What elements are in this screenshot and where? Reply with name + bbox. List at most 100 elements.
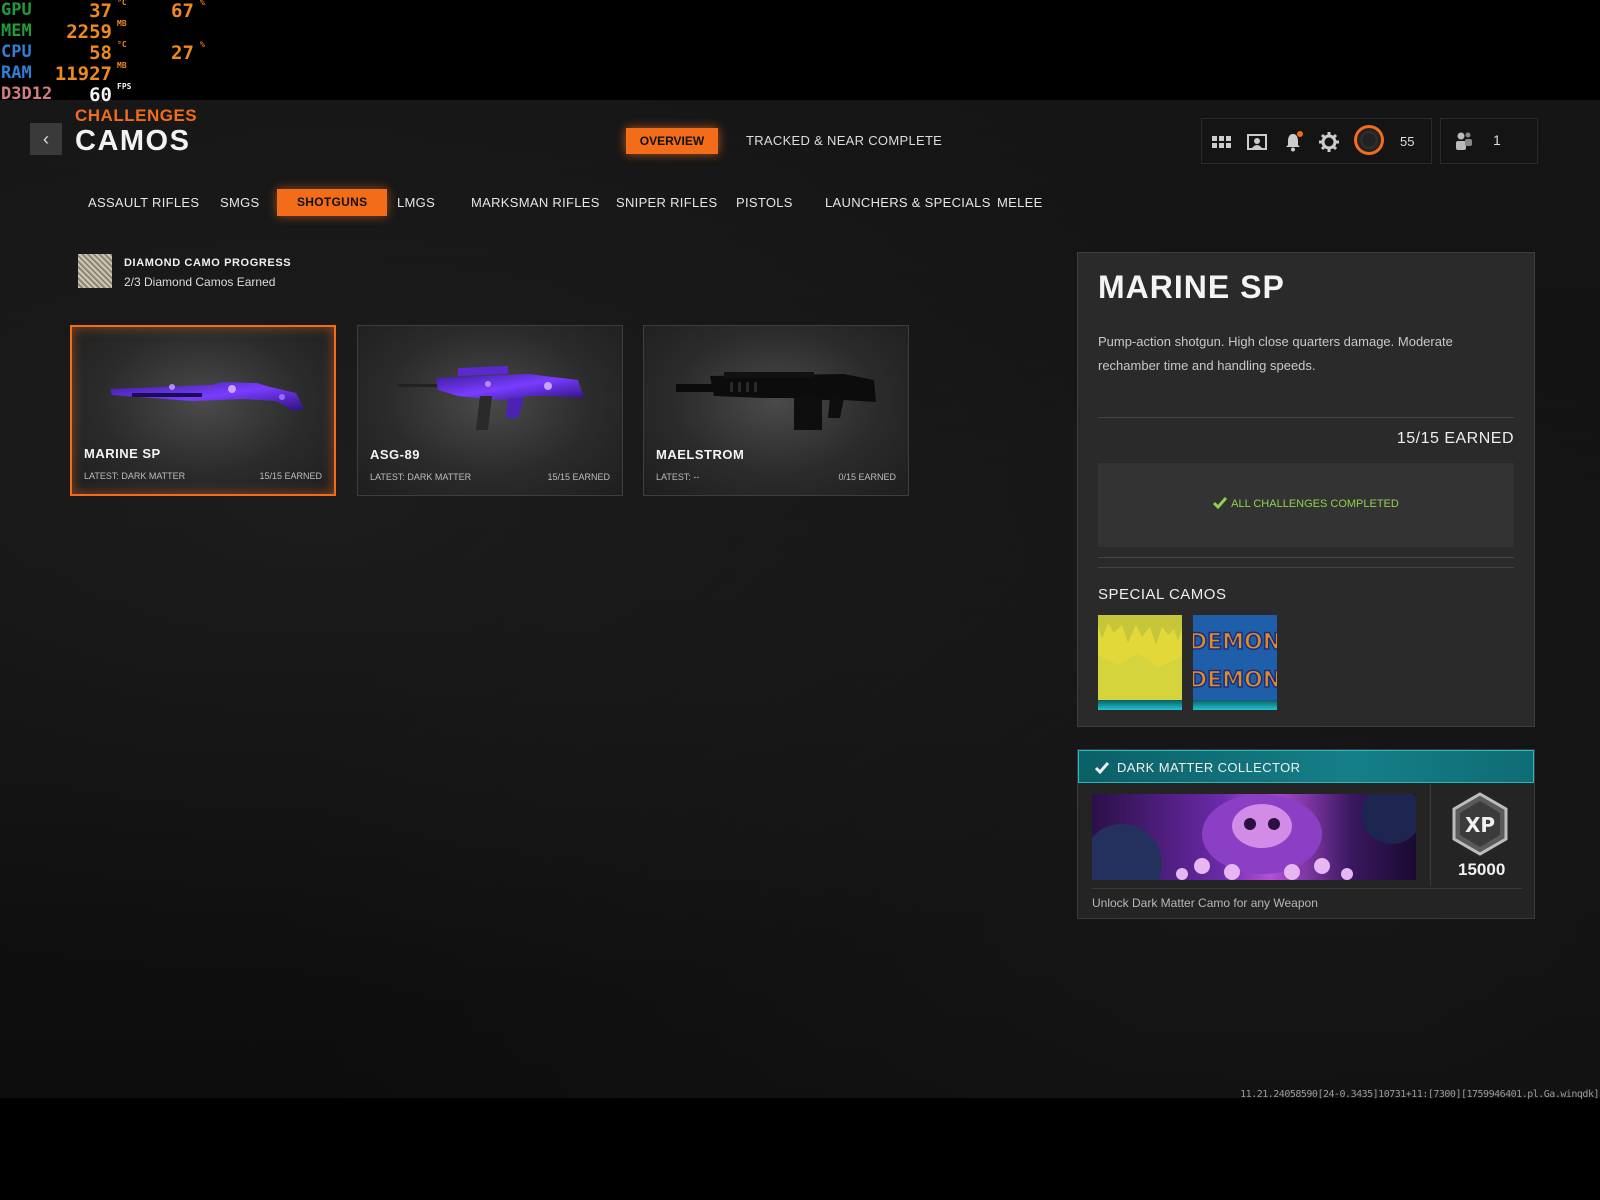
- camo-rarity-bar: [1193, 700, 1277, 710]
- challenges-status-text: ALL CHALLENGES COMPLETED: [1231, 498, 1399, 510]
- osd-ram-label: RAM: [1, 63, 32, 83]
- osd-mem-unit: MB: [117, 19, 127, 28]
- osd-ram-value: 11927: [54, 63, 112, 85]
- svg-text:DEMON: DEMON: [1193, 630, 1277, 655]
- reward-title: DARK MATTER COLLECTOR: [1117, 760, 1301, 775]
- divider: [1098, 417, 1514, 418]
- challenges-status-box: ALL CHALLENGES COMPLETED: [1098, 463, 1514, 547]
- divider: [1430, 784, 1431, 886]
- detail-weapon-name: MARINE SP: [1098, 269, 1285, 305]
- reward-header: DARK MATTER COLLECTOR: [1078, 750, 1534, 783]
- osd-fps-unit: FPS: [117, 82, 132, 91]
- category-sniper-rifles[interactable]: SNIPER RIFLES: [616, 195, 717, 210]
- page-title: CAMOS: [75, 125, 191, 157]
- weapon-card-asg-89[interactable]: ASG-89 LATEST: DARK MATTER 15/15 EARNED: [357, 325, 623, 496]
- weapon-latest-camo: LATEST: --: [656, 472, 700, 482]
- osd-gpu-row: GPU 37 °C 67 %: [0, 0, 220, 22]
- category-launchers-specials[interactable]: LAUNCHERS & SPECIALS: [825, 195, 991, 210]
- player-level: 55: [1400, 134, 1415, 149]
- osd-api-label: D3D12: [1, 84, 53, 104]
- weapon-card-maelstrom[interactable]: MAELSTROM LATEST: -- 0/15 EARNED: [643, 325, 909, 496]
- diamond-progress-count: 2/3 Diamond Camos Earned: [124, 275, 276, 289]
- divider: [1098, 567, 1514, 568]
- weapon-latest-camo: LATEST: DARK MATTER: [84, 471, 186, 481]
- osd-gpu-load-unit: %: [200, 0, 205, 7]
- svg-text:DEMON: DEMON: [1193, 668, 1277, 693]
- breadcrumb: CHALLENGES: [75, 106, 198, 125]
- yellow-drip-camo-swatch: [1098, 615, 1182, 700]
- weapon-card-marine-sp[interactable]: MARINE SP LATEST: DARK MATTER 15/15 EARN…: [70, 325, 336, 496]
- osd-ram-row: RAM 11927 MB: [0, 61, 220, 85]
- osd-mem-row: MEM 2259 MB: [0, 19, 220, 43]
- category-melee[interactable]: MELEE: [997, 195, 1043, 210]
- osd-fps-value: 60: [89, 84, 112, 106]
- build-version-string: 11.21.24058590[24-0.3435]10731+11:[7300]…: [1240, 1089, 1599, 1100]
- weapon-earned-count: 15/15 EARNED: [547, 472, 610, 482]
- map-icon[interactable]: [1246, 131, 1268, 153]
- challenges-status: ALL CHALLENGES COMPLETED: [1098, 497, 1514, 510]
- camo-rarity-bar: [1098, 700, 1182, 710]
- weapon-detail-panel: MARINE SP Pump-action shotgun. High clos…: [1077, 252, 1535, 727]
- osd-mem-label: MEM: [1, 21, 32, 41]
- osd-cpu-load-unit: %: [200, 40, 205, 49]
- divider: [1092, 888, 1522, 889]
- shotgun-image: [676, 372, 876, 430]
- osd-cpu-load: 27: [171, 42, 194, 64]
- checkmark-icon: [1095, 762, 1109, 774]
- category-pistols[interactable]: PISTOLS: [736, 195, 793, 210]
- osd-fps-row: D3D12 60 FPS: [0, 82, 220, 106]
- shotgun-image: [398, 366, 584, 430]
- osd-gpu-label: GPU: [1, 0, 32, 20]
- prestige-emblem-icon[interactable]: [1354, 125, 1384, 155]
- weapon-name: ASG-89: [370, 447, 420, 462]
- special-camo-demon[interactable]: DEMON DEMON: [1193, 615, 1277, 710]
- grid-icon[interactable]: [1210, 131, 1232, 153]
- osd-cpu-temp-unit: °C: [117, 40, 127, 49]
- weapon-earned-count: 0/15 EARNED: [838, 472, 896, 482]
- reward-panel: DARK MATTER COLLECTOR XP 15000 Unlock Da…: [1077, 749, 1535, 919]
- osd-cpu-temp: 58: [89, 42, 112, 64]
- system-toolbar: 55: [1201, 118, 1432, 164]
- detail-description: Pump-action shotgun. High close quarters…: [1098, 334, 1453, 373]
- divider: [1098, 557, 1514, 558]
- tab-tracked-near-complete[interactable]: TRACKED & NEAR COMPLETE: [746, 133, 942, 148]
- osd-gpu-load: 67: [171, 0, 194, 22]
- tab-overview[interactable]: OVERVIEW: [626, 128, 718, 154]
- weapon-latest-camo: LATEST: DARK MATTER: [370, 472, 472, 482]
- party-members-icon: [1456, 132, 1472, 150]
- special-camo-yellow-drip[interactable]: [1098, 615, 1182, 710]
- osd-cpu-label: CPU: [1, 42, 32, 62]
- diamond-progress-title: DIAMOND CAMO PROGRESS: [124, 257, 292, 269]
- party-count: 1: [1493, 132, 1501, 148]
- dark-matter-camo-preview: [1092, 794, 1416, 880]
- back-button[interactable]: ‹: [30, 123, 62, 155]
- category-lmgs[interactable]: LMGS: [397, 195, 435, 210]
- checkmark-icon: [1213, 497, 1228, 510]
- detail-earned-count: 15/15 EARNED: [1396, 430, 1514, 447]
- settings-gear-icon[interactable]: [1318, 131, 1340, 153]
- osd-mem-value: 2259: [66, 21, 112, 43]
- weapon-name: MARINE SP: [84, 446, 161, 461]
- chevron-left-icon: ‹: [43, 129, 49, 149]
- osd-gpu-temp: 37: [89, 0, 112, 22]
- dark-matter-artwork: [1092, 794, 1416, 880]
- party-panel[interactable]: 1: [1440, 118, 1538, 164]
- category-marksman-rifles[interactable]: MARKSMAN RIFLES: [471, 195, 600, 210]
- reward-description: Unlock Dark Matter Camo for any Weapon: [1092, 896, 1318, 910]
- osd-gpu-temp-unit: °C: [117, 0, 127, 7]
- notification-bell-icon[interactable]: [1282, 131, 1304, 153]
- svg-text:XP: XP: [1465, 813, 1495, 837]
- diamond-camo-thumbnail: [78, 254, 112, 288]
- category-assault-rifles[interactable]: ASSAULT RIFLES: [88, 195, 199, 210]
- demon-camo-swatch: DEMON DEMON: [1193, 615, 1277, 700]
- special-camos-title: SPECIAL CAMOS: [1098, 586, 1227, 603]
- weapon-earned-count: 15/15 EARNED: [259, 471, 322, 481]
- shotgun-image: [110, 382, 304, 411]
- category-shotguns[interactable]: SHOTGUNS: [277, 189, 388, 216]
- weapon-name: MAELSTROM: [656, 447, 745, 462]
- osd-cpu-row: CPU 58 °C 27 %: [0, 40, 220, 64]
- xp-reward-amount: 15000: [1458, 860, 1506, 879]
- xp-badge-icon: XP: [1452, 792, 1508, 856]
- category-smgs[interactable]: SMGS: [220, 195, 259, 210]
- osd-ram-unit: MB: [117, 61, 127, 70]
